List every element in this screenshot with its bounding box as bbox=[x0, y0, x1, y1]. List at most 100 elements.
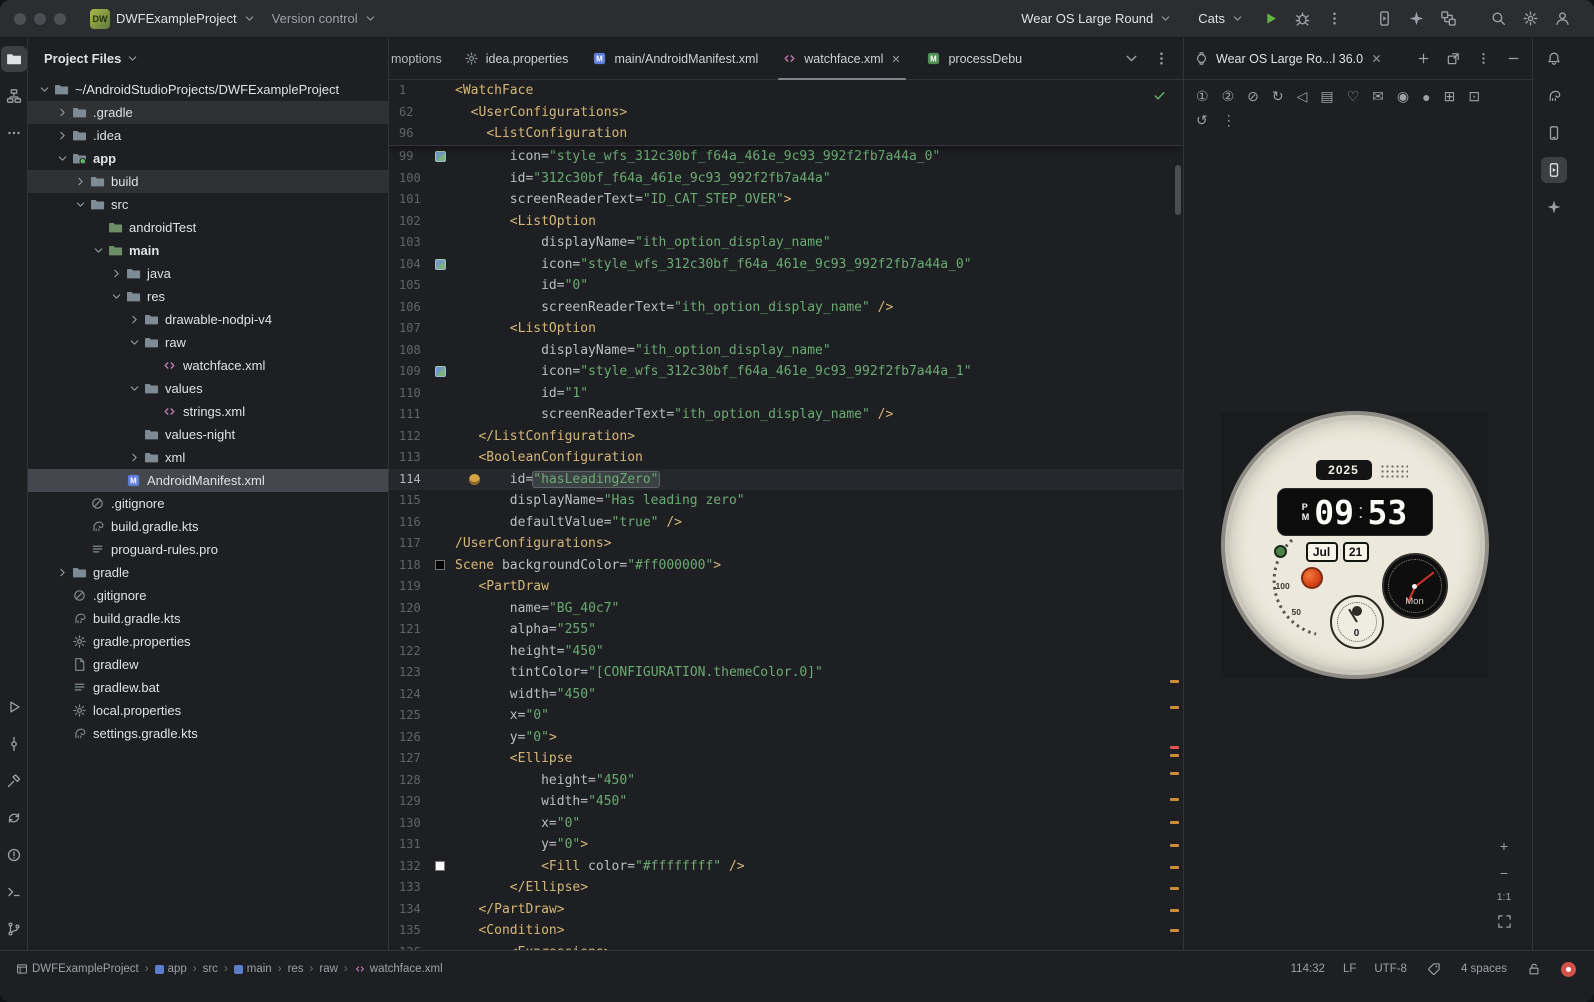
project-selector[interactable]: DW DWFExampleProject bbox=[82, 5, 264, 33]
chevron-down-icon[interactable] bbox=[90, 244, 106, 257]
drawable-preview-icon[interactable] bbox=[434, 151, 446, 163]
structure-icon[interactable] bbox=[1, 83, 27, 109]
tree-item-build[interactable]: build bbox=[28, 170, 388, 193]
code-line-119[interactable]: 119 <PartDraw bbox=[389, 576, 1183, 598]
tree-item-.gitignore[interactable]: .gitignore bbox=[28, 492, 388, 515]
gemini-icon[interactable] bbox=[1402, 5, 1430, 33]
chevron-down-icon[interactable] bbox=[126, 336, 142, 349]
code-line-136[interactable]: 136 <Expressions> bbox=[389, 942, 1183, 951]
chevron-down-icon[interactable] bbox=[54, 152, 70, 165]
warning-stripe-mark[interactable] bbox=[1170, 887, 1179, 890]
caret-position[interactable]: 114:32 bbox=[1291, 963, 1325, 975]
camera-icon[interactable]: ◉ bbox=[1397, 88, 1409, 105]
reset-icon[interactable]: ↺ bbox=[1196, 112, 1208, 129]
device-mirror-icon[interactable] bbox=[1370, 5, 1398, 33]
breadcrumb-item-raw[interactable]: raw bbox=[319, 963, 338, 975]
drawable-preview-icon[interactable] bbox=[434, 258, 446, 270]
chevron-right-icon[interactable] bbox=[126, 451, 142, 464]
code-line-104[interactable]: 104 icon="style_wfs_312c30bf_f64a_461e_9… bbox=[389, 254, 1183, 276]
tree-item-proguard-rules.pro[interactable]: proguard-rules.pro bbox=[28, 538, 388, 561]
tree-item-gradle[interactable]: gradle bbox=[28, 561, 388, 584]
breadcrumb-item-src[interactable]: src bbox=[203, 963, 218, 975]
zoom-out-button[interactable]: − bbox=[1494, 864, 1514, 882]
warning-stripe-mark[interactable] bbox=[1170, 772, 1179, 775]
zoom-ratio-label[interactable]: 1:1 bbox=[1497, 891, 1512, 903]
chevron-down-icon[interactable] bbox=[126, 382, 142, 395]
chevron-right-icon[interactable] bbox=[108, 267, 124, 280]
warning-stripe-mark[interactable] bbox=[1170, 866, 1179, 869]
code-line-130[interactable]: 130 x="0" bbox=[389, 813, 1183, 835]
warning-stripe-mark[interactable] bbox=[1170, 909, 1179, 912]
code-line-110[interactable]: 110 id="1" bbox=[389, 383, 1183, 405]
code-line-131[interactable]: 131 y="0"> bbox=[389, 834, 1183, 856]
line-separator[interactable]: LF bbox=[1343, 963, 1356, 975]
tree-item-.idea[interactable]: .idea bbox=[28, 124, 388, 147]
code-line-1[interactable]: 1 <WatchFace bbox=[389, 80, 1183, 102]
minimize-window-icon[interactable] bbox=[34, 12, 46, 25]
chevron-right-icon[interactable] bbox=[54, 566, 70, 579]
running-devices-icon[interactable] bbox=[1541, 157, 1567, 183]
pull-request-icon[interactable] bbox=[1434, 5, 1462, 33]
tree-item-res[interactable]: res bbox=[28, 285, 388, 308]
version-control-icon[interactable] bbox=[1, 916, 27, 942]
tree-item-main[interactable]: main bbox=[28, 239, 388, 262]
code-line-100[interactable]: 100 id="312c30bf_f64a_461e_9c93_992f2fb7… bbox=[389, 168, 1183, 190]
tab-main-androidmanifest.xml[interactable]: Mmain/AndroidManifest.xml bbox=[580, 38, 770, 79]
code-line-99[interactable]: 99 icon="style_wfs_312c30bf_f64a_461e_9c… bbox=[389, 146, 1183, 168]
tree-item-.gitignore[interactable]: .gitignore bbox=[28, 584, 388, 607]
button-one-icon[interactable]: ① bbox=[1196, 88, 1209, 105]
code-line-132[interactable]: 132 <Fill color="#ffffffff" /> bbox=[389, 856, 1183, 878]
code-line-128[interactable]: 128 height="450" bbox=[389, 770, 1183, 792]
code-editor[interactable]: 1 <WatchFace 62 <UserConfigurations> 96 <Li… bbox=[389, 80, 1183, 950]
tree-item-settings.gradle.kts[interactable]: settings.gradle.kts bbox=[28, 722, 388, 745]
code-line-125[interactable]: 125 x="0" bbox=[389, 705, 1183, 727]
tab-watchface.xml[interactable]: watchface.xml bbox=[770, 38, 914, 80]
account-icon[interactable] bbox=[1548, 5, 1576, 33]
code-line-107[interactable]: 107 <ListOption bbox=[389, 318, 1183, 340]
tree-item-androidmanifest.xml[interactable]: M AndroidManifest.xml bbox=[28, 469, 388, 492]
breadcrumb-item-watchface.xml[interactable]: watchface.xml bbox=[354, 963, 443, 975]
tree-item-gradlew.bat[interactable]: gradlew.bat bbox=[28, 676, 388, 699]
tab-processdebug[interactable]: MprocessDebug bbox=[914, 38, 1022, 79]
error-stripe-mark[interactable] bbox=[1170, 746, 1179, 749]
zoom-fit-button[interactable] bbox=[1494, 912, 1514, 930]
code-line-106[interactable]: 106 screenReaderText="ith_option_display… bbox=[389, 297, 1183, 319]
code-line-126[interactable]: 126 y="0"> bbox=[389, 727, 1183, 749]
message-icon[interactable]: ✉ bbox=[1372, 88, 1384, 105]
project-icon[interactable] bbox=[0, 46, 27, 72]
hide-panel-icon[interactable] bbox=[1502, 48, 1524, 70]
intention-bulb-icon[interactable] bbox=[469, 473, 480, 485]
tab-moptions[interactable]: moptions bbox=[389, 38, 452, 79]
chevron-down-icon[interactable] bbox=[36, 83, 52, 96]
device-screen[interactable]: 2025 P M 09 : 53 Jul 21 Mon 100 50 0 bbox=[1221, 412, 1488, 678]
record-icon[interactable]: ● bbox=[1422, 89, 1430, 105]
chevron-down-icon[interactable] bbox=[108, 290, 124, 303]
close-icon[interactable] bbox=[1370, 52, 1383, 65]
tree-item-androidtest[interactable]: androidTest bbox=[28, 216, 388, 239]
editor-scrollbar[interactable] bbox=[1175, 165, 1181, 215]
code-line-118[interactable]: 118 Scene backgroundColor="#ff000000"> bbox=[389, 555, 1183, 577]
device-tab-label[interactable]: Wear OS Large Ro...l 36.0 bbox=[1216, 52, 1363, 66]
code-line-127[interactable]: 127 <Ellipse bbox=[389, 748, 1183, 770]
zoom-in-button[interactable]: + bbox=[1494, 837, 1514, 855]
code-line-111[interactable]: 111 screenReaderText="ith_option_display… bbox=[389, 404, 1183, 426]
warning-stripe-mark[interactable] bbox=[1170, 844, 1179, 847]
problems-icon[interactable] bbox=[1, 842, 27, 868]
warning-stripe-mark[interactable] bbox=[1170, 798, 1179, 801]
tree-item-src[interactable]: src bbox=[28, 193, 388, 216]
breadcrumb-item-dwfexampleproject[interactable]: DWFExampleProject bbox=[16, 963, 139, 975]
tree-item-.gradle[interactable]: .gradle bbox=[28, 101, 388, 124]
inspections-check-icon[interactable] bbox=[1152, 88, 1167, 107]
code-line-113[interactable]: 113 <BooleanConfiguration bbox=[389, 447, 1183, 469]
warning-stripe-mark[interactable] bbox=[1170, 929, 1179, 932]
tree-item-values-night[interactable]: values-night bbox=[28, 423, 388, 446]
tree-item-values[interactable]: values bbox=[28, 377, 388, 400]
code-line-134[interactable]: 134 </PartDraw> bbox=[389, 899, 1183, 921]
tab-idea.properties[interactable]: idea.properties bbox=[452, 38, 581, 79]
drawable-preview-icon[interactable] bbox=[434, 366, 446, 378]
tree-item-build.gradle.kts[interactable]: build.gradle.kts bbox=[28, 607, 388, 630]
chevron-right-icon[interactable] bbox=[126, 313, 142, 326]
code-line-120[interactable]: 120 name="BG_40c7" bbox=[389, 598, 1183, 620]
code-line-117[interactable]: 117/UserConfigurations> bbox=[389, 533, 1183, 555]
code-line-102[interactable]: 102 <ListOption bbox=[389, 211, 1183, 233]
